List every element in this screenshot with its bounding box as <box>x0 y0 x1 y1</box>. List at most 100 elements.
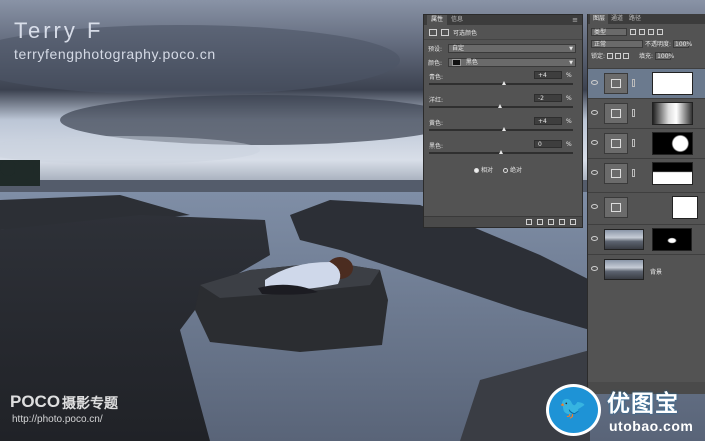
method-relative-label: 相对 <box>481 167 494 174</box>
lock-label: 锁定: <box>591 53 606 60</box>
slider-value-input[interactable]: +4 <box>534 71 562 79</box>
brand-name: 优图宝 <box>607 391 679 417</box>
slider-yellow: 黄色: +4 % <box>424 117 582 137</box>
chevron-down-icon: ▼ <box>569 60 573 66</box>
fill-label: 填充: <box>639 53 654 60</box>
slider-value-input[interactable]: +4 <box>534 117 562 125</box>
visibility-eye-icon[interactable] <box>559 219 565 225</box>
layer-name[interactable]: 背景 <box>650 267 662 276</box>
link-icon <box>632 139 635 147</box>
filter-pixel-icon[interactable] <box>630 28 636 35</box>
tab-properties[interactable]: 属性 <box>427 15 448 25</box>
slider-cyan: 青色: +4 % <box>424 71 582 91</box>
method-absolute-label: 绝对 <box>510 167 523 174</box>
fill-input[interactable]: 100% <box>655 51 674 60</box>
panel-menu-icon[interactable]: ≡ <box>572 16 578 24</box>
colors-select[interactable]: 黑色 ▼ <box>448 58 576 67</box>
tab-layers[interactable]: 图层 <box>590 14 609 24</box>
eye-icon[interactable] <box>591 170 598 175</box>
method-options: 相对 绝对 <box>474 165 522 174</box>
link-icon <box>632 109 635 117</box>
preset-row: 预设: 自定 ▼ <box>424 43 582 54</box>
radio-on-icon <box>474 168 479 173</box>
kind-filter-select[interactable]: 类型 <box>591 27 627 36</box>
preset-select[interactable]: 自定 ▼ <box>448 44 576 53</box>
adjustment-thumbnail <box>604 197 628 218</box>
preset-label: 预设: <box>428 46 443 53</box>
colors-value: 黑色 <box>465 59 478 66</box>
layer-image-thumbnail <box>604 259 644 280</box>
layer-row-background[interactable]: 背景 <box>588 254 705 284</box>
poco-subtitle: 摄影专题 <box>62 396 118 412</box>
layer-row-levels[interactable] <box>588 98 705 128</box>
color-sliders: 青色: +4 % 洋红: -2 % 黄色: +4 % 黑色: 0 % <box>424 71 582 160</box>
poco-url: http://photo.poco.cn/ <box>12 414 103 425</box>
slider-label: 青色: <box>429 74 444 81</box>
filter-adjustment-icon[interactable] <box>639 28 645 35</box>
lock-position-icon[interactable] <box>615 52 622 59</box>
layer-row-curves-2[interactable] <box>588 158 705 188</box>
link-icon <box>632 169 635 177</box>
chevron-down-icon: ▼ <box>569 46 573 52</box>
slider-thumb[interactable] <box>501 127 506 131</box>
tab-paths[interactable]: 路径 <box>626 14 644 24</box>
lock-row: 锁定: 填充: 100% <box>588 50 705 61</box>
layer-mask-thumbnail[interactable] <box>652 162 693 185</box>
colors-label: 颜色: <box>428 60 443 67</box>
slider-thumb[interactable] <box>497 104 502 108</box>
properties-panel: 属性 信息 ≡ 可选颜色 预设: 自定 ▼ 颜色: 黑色 ▼ 青色: +4 % … <box>423 14 583 228</box>
layer-mask-thumbnail[interactable] <box>652 132 693 155</box>
tab-info[interactable]: 信息 <box>447 15 467 25</box>
filter-type-icon[interactable] <box>648 28 654 35</box>
clip-layer-icon[interactable] <box>526 219 532 225</box>
layer-row-photo-copy[interactable] <box>588 224 705 254</box>
blend-mode-select[interactable]: 正常 <box>591 39 643 48</box>
slider-magenta: 洋红: -2 % <box>424 94 582 114</box>
trash-icon[interactable] <box>570 219 576 225</box>
slider-label: 黑色: <box>429 143 444 150</box>
method-relative[interactable]: 相对 <box>474 165 493 174</box>
opacity-input[interactable]: 100% <box>673 39 692 48</box>
eye-icon[interactable] <box>591 236 598 241</box>
slider-unit: % <box>566 72 572 79</box>
adjustment-header: 可选颜色 <box>424 25 582 40</box>
layer-mask-thumbnail[interactable] <box>652 102 693 125</box>
layer-mask-thumbnail[interactable] <box>672 196 698 219</box>
eye-icon[interactable] <box>591 140 598 145</box>
method-absolute[interactable]: 绝对 <box>503 165 522 174</box>
layer-image-thumbnail <box>604 229 644 250</box>
slider-value-input[interactable]: -2 <box>534 94 562 102</box>
reset-icon[interactable] <box>548 219 554 225</box>
layer-row-selective-color[interactable] <box>588 68 705 98</box>
slider-value-input[interactable]: 0 <box>534 140 562 148</box>
mask-icon[interactable] <box>441 28 449 36</box>
eye-icon[interactable] <box>591 80 598 85</box>
layers-panel: 图层 通道 路径 类型 正常 不透明度: 100% 锁定: 填充: 100% 背… <box>587 14 705 394</box>
slider-thumb[interactable] <box>499 150 503 154</box>
lock-pixels-icon[interactable] <box>607 52 614 59</box>
view-previous-icon[interactable] <box>537 219 543 225</box>
slider-thumb[interactable] <box>501 81 506 85</box>
tab-channels[interactable]: 通道 <box>608 14 626 24</box>
eye-icon[interactable] <box>591 266 598 271</box>
opacity-label: 不透明度: <box>645 41 672 48</box>
lock-all-icon[interactable] <box>623 52 630 59</box>
preset-value: 自定 <box>452 45 465 52</box>
slider-black: 黑色: 0 % <box>424 140 582 160</box>
watermark-url: terryfengphotography.poco.cn <box>14 46 216 62</box>
layer-mask-thumbnail[interactable] <box>652 228 692 251</box>
layer-row-adjustment[interactable] <box>588 192 705 222</box>
adjustment-thumbnail <box>604 163 628 184</box>
colors-row: 颜色: 黑色 ▼ <box>424 57 582 68</box>
link-icon <box>632 79 635 87</box>
eye-icon[interactable] <box>591 204 598 209</box>
blend-row: 正常 不透明度: 100% <box>588 38 705 49</box>
filter-shape-icon[interactable] <box>657 28 663 35</box>
adjustment-thumbnail <box>604 73 628 94</box>
properties-footer <box>424 216 582 227</box>
layer-row-curves-1[interactable] <box>588 128 705 158</box>
eye-icon[interactable] <box>591 110 598 115</box>
layer-mask-thumbnail[interactable] <box>652 72 693 95</box>
brand-url: utobao.com <box>609 418 694 434</box>
layers-tabs: 图层 通道 路径 <box>588 14 705 24</box>
